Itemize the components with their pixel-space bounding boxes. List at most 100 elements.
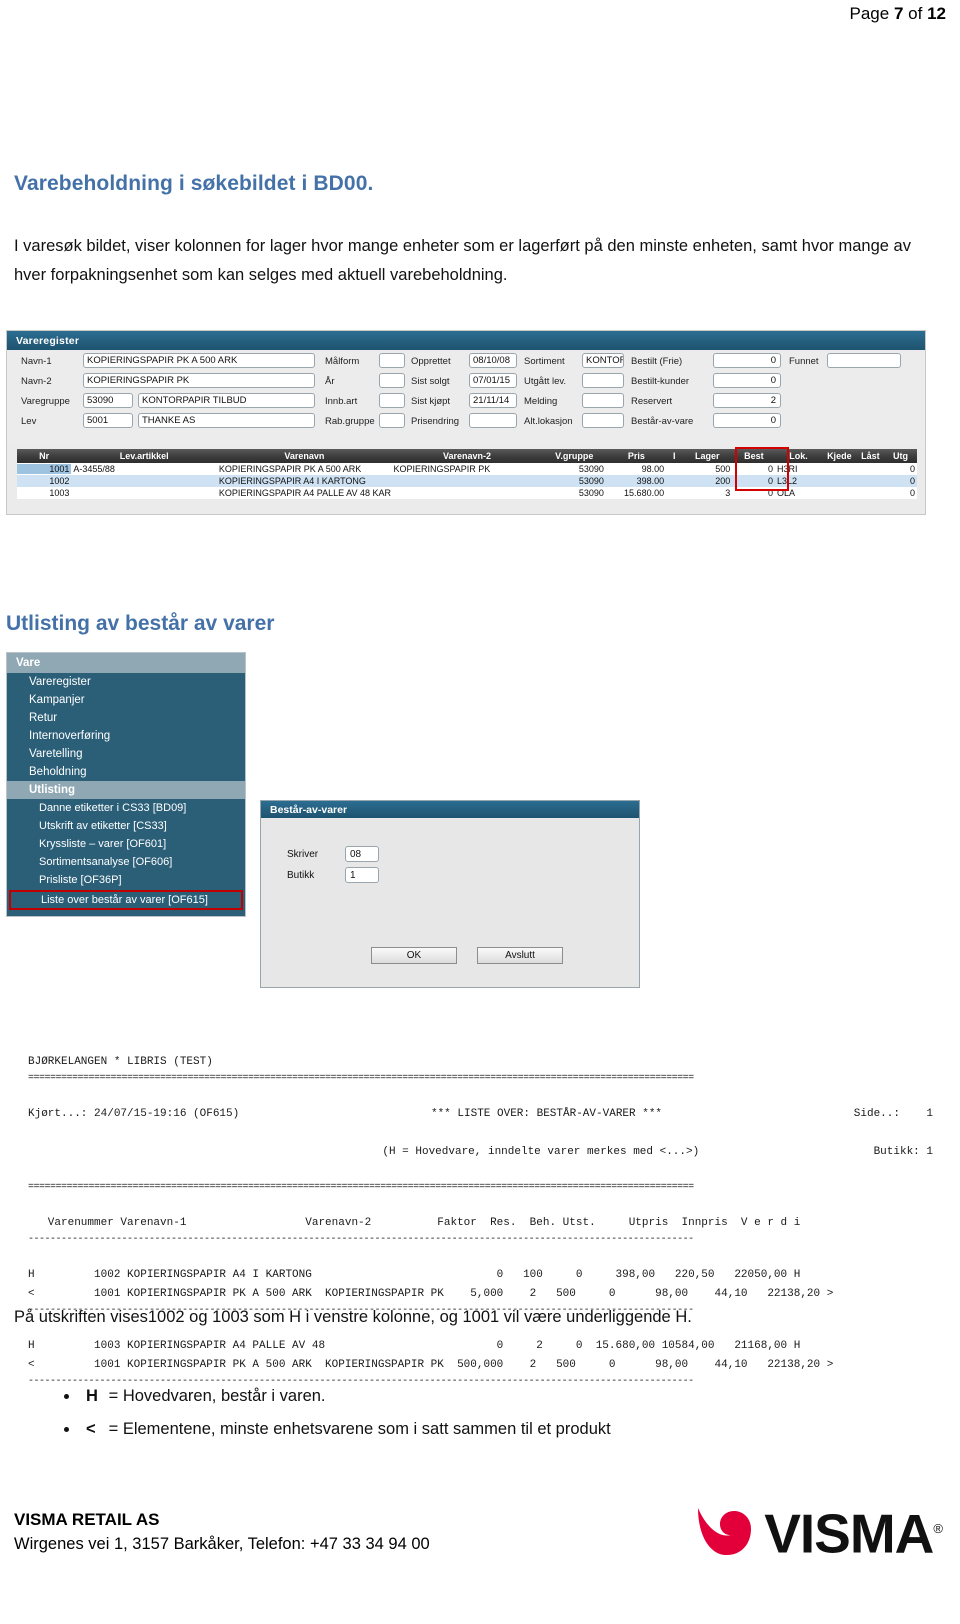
- col-last[interactable]: Låst: [857, 451, 884, 461]
- cell-nr: 1001: [17, 464, 72, 474]
- input-varegruppe-code[interactable]: 53090: [83, 393, 133, 408]
- label-varegruppe: Varegruppe: [21, 396, 70, 407]
- report-note-center: (H = Hovedvare, inndelte varer merkes me…: [382, 1146, 700, 1158]
- page-header: Page 7 of 12: [0, 0, 960, 24]
- cancel-button[interactable]: Avslutt: [477, 947, 563, 964]
- input-sist-kjopt[interactable]: 21/11/14: [469, 393, 517, 408]
- col-utg[interactable]: Utg: [884, 451, 917, 461]
- cell-utg: 0: [909, 464, 915, 474]
- label-sist-solgt: Sist solgt: [411, 376, 450, 387]
- label-prisendring: Prisendring: [411, 416, 460, 427]
- col-lok[interactable]: Lok.: [775, 451, 822, 461]
- input-skriver[interactable]: 08: [345, 846, 379, 862]
- report-note-right: Butikk: 1: [873, 1146, 933, 1158]
- col-lager[interactable]: Lager: [682, 451, 732, 461]
- report-printout: BJØRKELANGEN * LIBRIS (TEST) ===========…: [28, 1034, 933, 1408]
- report-run-left: Kjørt...: 24/07/15-19:16 (OF615): [28, 1108, 240, 1120]
- visma-swoosh-icon: [698, 1508, 752, 1556]
- menu-root-vare[interactable]: Vare: [7, 653, 245, 673]
- col-varenavn[interactable]: Varenavn: [217, 451, 392, 461]
- vareregister-window: Vareregister Navn-1 Navn-2 Varegruppe Le…: [6, 330, 926, 515]
- input-navn1[interactable]: KOPIERINGSPAPIR PK A 500 ARK: [83, 353, 315, 368]
- label-rabgruppe: Rab.gruppe: [325, 416, 375, 427]
- menu-subitem-sortimentsanalyse[interactable]: Sortimentsanalyse [OF606]: [7, 853, 245, 871]
- footer-address: Wirgenes vei 1, 3157 Barkåker, Telefon: …: [14, 1535, 430, 1553]
- label-alt-lokasjon: Alt.lokasjon: [524, 416, 573, 427]
- visma-logo: VISMA®: [694, 1500, 943, 1562]
- col-pris[interactable]: Pris: [606, 451, 666, 461]
- label-malform: Målform: [325, 356, 360, 367]
- cell-varenavn: KOPIERINGSPAPIR A4 I KARTONG: [218, 476, 366, 486]
- input-varegruppe-text[interactable]: KONTORPAPIR TILBUD: [138, 393, 315, 408]
- input-lev-text[interactable]: THANKE AS: [138, 413, 315, 428]
- label-sortiment: Sortiment: [524, 356, 565, 367]
- menu-item-beholdning[interactable]: Beholdning: [7, 763, 245, 781]
- menu-subitem-kryssliste-varer[interactable]: Kryssliste – varer [OF601]: [7, 835, 245, 853]
- col-vgruppe[interactable]: V.gruppe: [542, 451, 606, 461]
- input-sist-solgt[interactable]: 07/01/15: [469, 373, 517, 388]
- menu-item-internoverforing[interactable]: Internoverføring: [7, 727, 245, 745]
- report-rule-1: ========================================…: [28, 1073, 694, 1084]
- list-item: H = Hovedvaren, består i varen.: [80, 1380, 611, 1413]
- bestar-av-varer-dialog: Består-av-varer Skriver 08 Butikk 1 OK A…: [260, 800, 640, 988]
- col-lev[interactable]: Lev.artikkel: [71, 451, 217, 461]
- table-row[interactable]: 1003 KOPIERINGSPAPIR A4 PALLE AV 48 KAR …: [17, 487, 917, 499]
- col-nr[interactable]: Nr: [17, 451, 71, 461]
- col-best[interactable]: Best: [733, 451, 776, 461]
- menu-item-vareregister[interactable]: Vareregister: [7, 673, 245, 691]
- input-reservert[interactable]: 2: [713, 393, 781, 408]
- report-row: H 1002 KOPIERINGSPAPIR A4 I KARTONG 0 10…: [28, 1269, 801, 1281]
- input-bestilt-kunder[interactable]: 0: [713, 373, 781, 388]
- input-navn2[interactable]: KOPIERINGSPAPIR PK: [83, 373, 315, 388]
- menu-subitem-prisliste[interactable]: Prisliste [OF36P]: [7, 871, 245, 889]
- input-prisendring[interactable]: [469, 413, 517, 428]
- col-kjede[interactable]: Kjede: [822, 451, 857, 461]
- input-rabgruppe[interactable]: [379, 413, 405, 428]
- dialog-field-skriver: Skriver 08: [287, 846, 379, 862]
- input-malform[interactable]: [379, 353, 405, 368]
- input-alt-lokasjon[interactable]: [582, 413, 624, 428]
- menu-subitem-liste-bestar-av-varer[interactable]: Liste over består av varer [OF615]: [9, 890, 243, 910]
- col-varenavn2[interactable]: Varenavn-2: [392, 451, 542, 461]
- legend-text-lt: = Elementene, minste enhetsvarene som i …: [108, 1420, 611, 1438]
- ok-button[interactable]: OK: [371, 947, 457, 964]
- menu-item-kampanjer[interactable]: Kampanjer: [7, 691, 245, 709]
- label-skriver: Skriver: [287, 848, 319, 860]
- table-row[interactable]: 1001 A-3455/88 KOPIERINGSPAPIR PK A 500 …: [17, 463, 917, 475]
- cell-best: 0: [767, 464, 773, 474]
- menu-item-retur[interactable]: Retur: [7, 709, 245, 727]
- cell-vgruppe: 53090: [578, 488, 604, 498]
- input-ar[interactable]: [379, 373, 405, 388]
- section-title-utlisting: Utlisting av består av varer: [6, 612, 275, 635]
- menu-item-varetelling[interactable]: Varetelling: [7, 745, 245, 763]
- menu-item-utlisting[interactable]: Utlisting: [7, 781, 245, 799]
- cell-lager: 500: [715, 464, 731, 474]
- input-bestilt-frie[interactable]: 0: [713, 353, 781, 368]
- vareregister-titlebar: Vareregister: [7, 331, 925, 350]
- input-lev-code[interactable]: 5001: [83, 413, 133, 428]
- report-note-spacer: [28, 1143, 208, 1162]
- input-funnet[interactable]: [827, 353, 901, 368]
- footer-company: VISMA RETAIL AS: [14, 1510, 160, 1529]
- footer: VISMA RETAIL AS Wirgenes vei 1, 3157 Bar…: [14, 1507, 430, 1557]
- input-butikk[interactable]: 1: [345, 867, 379, 883]
- registered-trademark-icon: ®: [933, 1521, 943, 1536]
- table-row[interactable]: 1002 KOPIERINGSPAPIR A4 I KARTONG 53090 …: [17, 475, 917, 487]
- label-opprettet: Opprettet: [411, 356, 451, 367]
- report-company-line: BJØRKELANGEN * LIBRIS (TEST): [28, 1056, 213, 1068]
- grid-header-row: Nr Lev.artikkel Varenavn Varenavn-2 V.gr…: [17, 449, 917, 463]
- input-bestar-av-vare[interactable]: 0: [713, 413, 781, 428]
- cell-lok: H3RI: [777, 464, 798, 474]
- input-utgatt-lev[interactable]: [582, 373, 624, 388]
- col-i[interactable]: I: [667, 451, 683, 461]
- menu-subitem-utskrift-etiketter[interactable]: Utskrift av etiketter [CS33]: [7, 817, 245, 835]
- label-funnet: Funnet: [789, 356, 819, 367]
- input-sortiment[interactable]: KONTOR: [582, 353, 624, 368]
- input-innbart[interactable]: [379, 393, 405, 408]
- cell-pris: 98.00: [641, 464, 665, 474]
- input-melding[interactable]: [582, 393, 624, 408]
- input-opprettet[interactable]: 08/10/08: [469, 353, 517, 368]
- legend-list: H = Hovedvaren, består i varen. < = Elem…: [52, 1380, 611, 1446]
- label-bestilt-kunder: Bestilt-kunder: [631, 376, 690, 387]
- menu-subitem-danne-etiketter[interactable]: Danne etiketter i CS33 [BD09]: [7, 799, 245, 817]
